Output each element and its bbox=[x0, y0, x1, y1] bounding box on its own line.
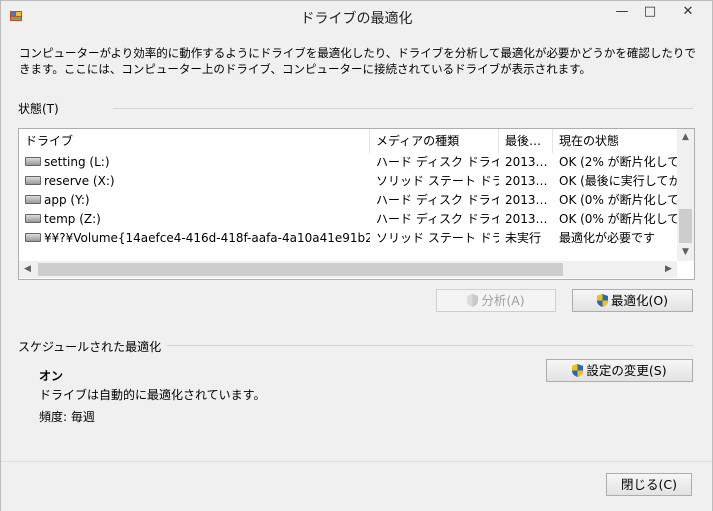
drive-name-cell: ¥¥?¥Volume{14aefce4-416d-418f-aafa-4a10a… bbox=[19, 229, 370, 248]
analyze-label: 分析(A) bbox=[481, 293, 525, 308]
drive-row[interactable]: setting (L:) ハード ディスク ドライブ 2013… OK (2% … bbox=[19, 153, 679, 172]
media-type-cell: ソリッド ステート ドライブ bbox=[376, 231, 499, 245]
defrag-window: ドライブの最適化 — □ ✕ コンピューターがより効率的に動作するようにドライブ… bbox=[0, 0, 713, 511]
close-button[interactable]: 閉じる(C) bbox=[606, 473, 692, 496]
media-type-cell: ソリッド ステート ドライブ bbox=[376, 174, 499, 188]
optimize-label: 最適化(O) bbox=[610, 293, 669, 308]
last-run-cell: 2013… bbox=[505, 212, 548, 226]
description-text: コンピューターがより効率的に動作するようにドライブを最適化したり、ドライブを分析… bbox=[19, 46, 696, 76]
horizontal-scroll-thumb[interactable] bbox=[38, 263, 563, 276]
drive-row[interactable]: temp (Z:) ハード ディスク ドライブ 2013… OK (0% が断片… bbox=[19, 210, 679, 229]
status-cell: OK (0% が断片化してい bbox=[559, 193, 679, 207]
column-current-status[interactable]: 現在の状態 bbox=[553, 129, 679, 153]
drive-name-cell: temp (Z:) bbox=[19, 210, 370, 229]
drive-name: temp (Z:) bbox=[44, 212, 101, 226]
hard-drive-icon bbox=[25, 195, 41, 204]
optimize-button[interactable]: 最適化(O) bbox=[572, 289, 693, 312]
drive-name-cell: app (Y:) bbox=[19, 191, 370, 210]
drive-row[interactable]: app (Y:) ハード ディスク ドライブ 2013… OK (0% が断片化… bbox=[19, 191, 679, 210]
schedule-state: オン bbox=[39, 369, 64, 383]
status-cell: OK (0% が断片化してい bbox=[559, 212, 679, 226]
schedule-detail: ドライブは自動的に最適化されています。 bbox=[39, 388, 266, 402]
last-run-cell: 2013… bbox=[505, 174, 548, 188]
drive-name: reserve (X:) bbox=[44, 174, 115, 188]
media-type-cell: ハード ディスク ドライブ bbox=[376, 193, 499, 207]
last-run-cell: 2013… bbox=[505, 193, 548, 207]
drive-row[interactable]: ¥¥?¥Volume{14aefce4-416d-418f-aafa-4a10a… bbox=[19, 229, 679, 248]
drive-name: setting (L:) bbox=[44, 155, 110, 169]
status-cell: 最適化が必要です bbox=[559, 231, 656, 245]
drive-list-header: ドライブ メディアの種類 最後… 現在の状態 bbox=[19, 129, 679, 153]
hard-drive-icon bbox=[25, 157, 41, 166]
minimize-button[interactable]: — bbox=[609, 1, 635, 23]
drive-name-cell: setting (L:) bbox=[19, 153, 370, 172]
status-cell: OK (2% が断片化してい bbox=[559, 155, 679, 169]
drive-name: app (Y:) bbox=[44, 193, 90, 207]
schedule-divider bbox=[167, 345, 693, 346]
column-drive[interactable]: ドライブ bbox=[19, 129, 370, 153]
hard-drive-icon bbox=[25, 214, 41, 223]
analyze-button[interactable]: 分析(A) bbox=[436, 289, 556, 312]
change-settings-button[interactable]: 設定の変更(S) bbox=[546, 359, 693, 382]
status-cell: OK (最後に実行してから bbox=[559, 174, 679, 188]
window-title: ドライブの最適化 bbox=[300, 11, 413, 27]
drive-name-cell: reserve (X:) bbox=[19, 172, 370, 191]
change-settings-label: 設定の変更(S) bbox=[586, 363, 667, 378]
vertical-scrollbar[interactable]: ▲ ▼ bbox=[677, 129, 694, 261]
close-window-button[interactable]: ✕ bbox=[665, 1, 711, 23]
schedule-frequency: 頻度: 毎週 bbox=[39, 410, 95, 424]
hard-drive-icon bbox=[25, 233, 41, 242]
media-type-cell: ハード ディスク ドライブ bbox=[376, 212, 499, 226]
column-media-type[interactable]: メディアの種類 bbox=[370, 129, 499, 153]
vertical-scroll-thumb[interactable] bbox=[679, 209, 692, 243]
status-divider bbox=[113, 108, 693, 109]
uac-shield-icon bbox=[572, 364, 584, 377]
scroll-right-icon[interactable]: ▶ bbox=[660, 261, 677, 278]
last-run-cell: 2013… bbox=[505, 155, 548, 169]
drive-name: ¥¥?¥Volume{14aefce4-416d-418f-aafa-4a10a… bbox=[44, 231, 370, 245]
schedule-section-label: スケジュールされた最適化 bbox=[18, 340, 162, 354]
drive-list[interactable]: ドライブ メディアの種類 最後… 現在の状態 setting (L:) ハード … bbox=[18, 128, 695, 280]
media-type-cell: ハード ディスク ドライブ bbox=[376, 155, 499, 169]
scroll-left-icon[interactable]: ◀ bbox=[19, 261, 36, 278]
drive-row[interactable]: reserve (X:) ソリッド ステート ドライブ 2013… OK (最後… bbox=[19, 172, 679, 191]
scroll-up-icon[interactable]: ▲ bbox=[677, 129, 694, 146]
status-section-label: 状態(T) bbox=[18, 102, 59, 116]
last-run-cell: 未実行 bbox=[505, 231, 542, 245]
uac-shield-icon bbox=[467, 294, 479, 307]
scroll-down-icon[interactable]: ▼ bbox=[677, 244, 694, 261]
column-last-run[interactable]: 最後… bbox=[499, 129, 553, 153]
dialog-footer: 閉じる(C) bbox=[1, 461, 712, 511]
uac-shield-icon bbox=[596, 294, 608, 307]
maximize-button[interactable]: □ bbox=[637, 1, 663, 23]
horizontal-scrollbar[interactable]: ◀ ▶ bbox=[19, 261, 677, 278]
hard-drive-icon bbox=[25, 176, 41, 185]
title-bar[interactable]: ドライブの最適化 — □ ✕ bbox=[1, 1, 712, 31]
